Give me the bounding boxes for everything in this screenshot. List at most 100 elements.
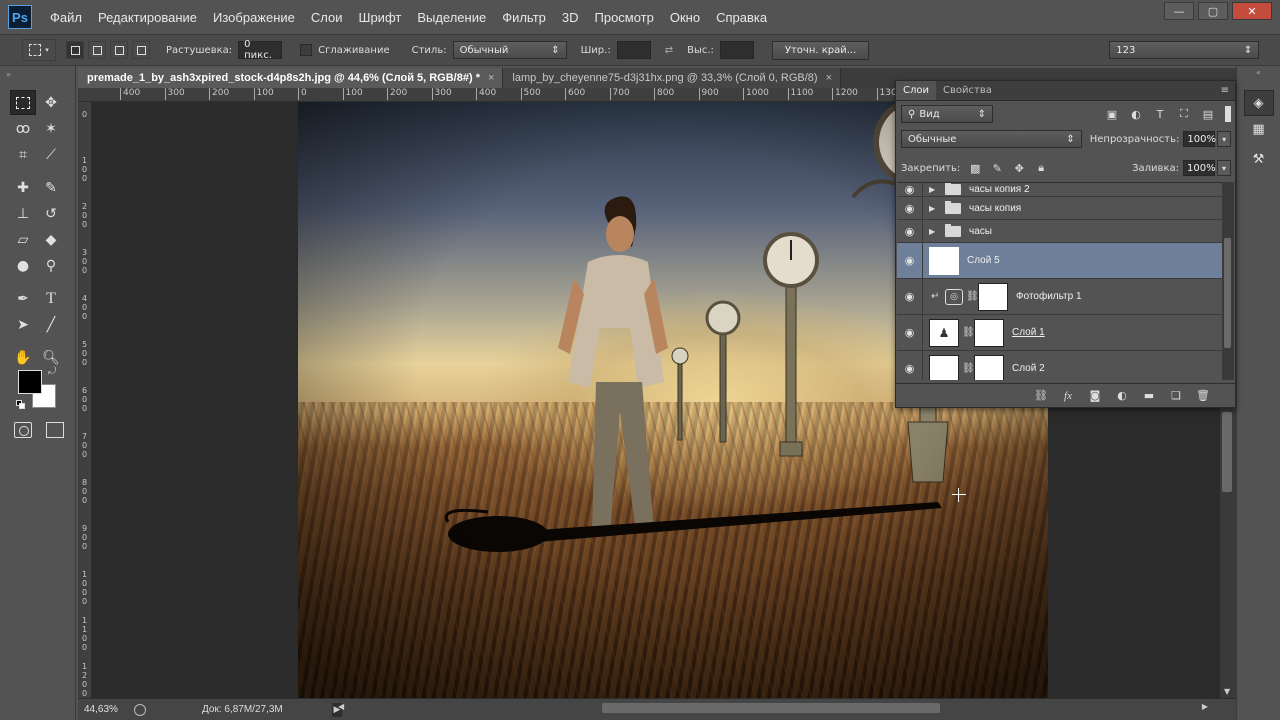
tab-close-icon[interactable]: × [826,72,832,84]
expand-arrow-icon[interactable]: ▶ [929,204,941,213]
clone-stamp-tool[interactable]: ⊥ [10,201,36,226]
tool-presets-button[interactable]: ⚒ [1244,146,1274,172]
crop-tool[interactable]: ⌗ [10,142,36,167]
eye-icon[interactable]: ◉ [897,243,923,278]
menu-type[interactable]: Шрифт [351,10,410,25]
expand-arrow-icon[interactable]: ▶ [929,227,941,236]
lock-all-icon[interactable]: 🔒︎ [1034,161,1048,175]
photoshop-logo[interactable]: Ps [8,5,32,29]
tab-lamp-document[interactable]: lamp_by_cheyenne75-d3j31hx.png @ 33,3% (… [503,68,841,88]
new-group-icon[interactable]: ▬ [1141,389,1157,403]
scroll-down-arrow-icon[interactable]: ▼ [1224,687,1230,696]
filter-toggle-switch[interactable] [1225,106,1231,122]
dodge-tool[interactable]: ⚲ [38,253,64,278]
vertical-scroll-thumb[interactable] [1222,412,1232,492]
menu-file[interactable]: Файл [42,10,90,25]
foreground-color-swatch[interactable] [18,370,42,394]
add-selection-button[interactable] [88,41,106,59]
history-brush-tool[interactable]: ↺ [38,201,64,226]
menu-help[interactable]: Справка [708,10,775,25]
type-tool[interactable]: T [38,286,64,311]
menu-view[interactable]: Просмотр [587,10,662,25]
eye-icon[interactable]: ◉ [897,220,923,242]
magic-wand-tool[interactable]: ✶ [38,116,64,141]
tab-layers[interactable]: Слои [896,81,936,100]
lock-position-icon[interactable]: ✥ [1012,161,1026,175]
swap-colors-icon[interactable]: ⤾ [48,366,56,377]
move-tool[interactable]: ✥ [38,90,64,115]
width-input[interactable] [616,41,651,59]
minimize-button[interactable]: — [1164,2,1194,20]
scroll-right-arrow-icon[interactable]: ▶ [1202,702,1208,711]
link-chain-icon[interactable]: ⛓ [966,291,979,302]
menu-select[interactable]: Выделение [409,10,494,25]
menu-layer[interactable]: Слои [303,10,351,25]
blend-mode-select[interactable]: Обычные ⇕ [901,130,1082,148]
eye-icon[interactable]: ◉ [897,279,923,314]
line-tool[interactable]: ╱ [38,312,64,337]
layers-scrollbar[interactable] [1222,182,1234,380]
menu-image[interactable]: Изображение [205,10,303,25]
horizontal-scrollbar[interactable]: ◀ ▶ [338,700,1218,716]
layers-scroll-thumb[interactable] [1224,238,1231,348]
horizontal-scroll-thumb[interactable] [602,703,940,713]
eye-icon[interactable]: ◉ [897,197,923,219]
panel-menu-icon[interactable]: ≡ [1221,85,1229,96]
new-selection-button[interactable] [66,41,84,59]
layer-row[interactable]: ◉ ⛓ Слой 2 [897,351,1223,380]
swap-dimensions-icon[interactable]: ⇄ [665,45,673,56]
eyedropper-tool[interactable]: ⟋ [38,142,64,167]
height-input[interactable] [719,41,754,59]
fill-input[interactable]: 100% [1183,160,1216,176]
intersect-selection-button[interactable] [132,41,150,59]
layer-row[interactable]: ◉ ↵ ◎ ⛓ Фотофильтр 1 [897,279,1223,315]
link-layers-icon[interactable]: ⛓ [1033,389,1049,403]
link-chain-icon[interactable]: ⛓ [962,327,975,338]
quick-mask-icon[interactable] [14,422,32,438]
zoom-field[interactable]: 44,63% [84,704,126,715]
opacity-slider-toggle[interactable]: ▾ [1217,131,1231,147]
rect-marquee-tool[interactable] [10,90,36,115]
maximize-button[interactable]: ▢ [1198,2,1228,20]
opacity-input[interactable]: 100% [1183,131,1216,147]
eye-icon[interactable]: ◉ [897,315,923,350]
link-chain-icon[interactable]: ⛓ [962,363,975,374]
filter-shape-icon[interactable]: ⛶ [1177,107,1191,121]
layer-filter-select[interactable]: ⚲ Вид ⇕ [901,105,993,123]
healing-brush-tool[interactable]: ✚ [10,175,36,200]
lasso-tool[interactable]: ꝏ [10,116,36,141]
eye-icon[interactable]: ◉ [897,351,923,380]
new-adjustment-layer-icon[interactable]: ◐ [1114,389,1130,403]
filter-pixel-icon[interactable]: ▣ [1105,107,1119,121]
trash-icon[interactable]: 🗑︎ [1195,389,1211,403]
layer-row-selected[interactable]: ◉ Слой 5 [897,243,1223,279]
expand-arrow-icon[interactable]: ▶ [929,185,941,194]
default-colors-icon[interactable] [16,400,26,410]
tab-close-icon[interactable]: × [488,72,494,84]
style-select[interactable]: Обычный ⇕ [452,41,567,59]
layer-row[interactable]: ◉ ▶ часы [897,220,1223,243]
layer-row[interactable]: ◉ ▶ часы копия [897,197,1223,220]
menu-3d[interactable]: 3D [554,10,587,25]
add-mask-icon[interactable]: ◙ [1087,389,1103,403]
feather-input[interactable]: 0 пикс. [238,39,283,61]
menu-window[interactable]: Окно [662,10,708,25]
hand-tool[interactable]: ✋ [10,345,36,370]
workspace-select[interactable]: 123 ⇕ [1109,41,1260,59]
layer-row[interactable]: ◉ ♟ ⛓ Слой 1 [897,315,1223,351]
close-button[interactable]: ✕ [1232,2,1272,20]
screen-mode-icon[interactable] [46,422,64,438]
menu-edit[interactable]: Редактирование [90,10,205,25]
brush-tool[interactable]: ✎ [38,175,64,200]
layers-list[interactable]: ◉ ▶ часы копия 2 ◉ ▶ часы копия ◉ ▶ часы… [897,182,1223,380]
collapse-arrows-icon[interactable]: » [6,70,11,79]
tab-properties[interactable]: Свойства [936,81,999,100]
fill-slider-toggle[interactable]: ▾ [1217,160,1231,176]
lock-transparency-icon[interactable]: ▩ [968,161,982,175]
layer-style-fx-icon[interactable]: fx [1060,389,1076,403]
path-selection-tool[interactable]: ➤ [10,312,36,337]
lock-pixels-icon[interactable]: ✎ [990,161,1004,175]
refine-edge-button[interactable]: Уточн. край... [771,40,870,60]
antialias-checkbox[interactable] [300,44,313,56]
filter-type-icon[interactable]: T [1153,107,1167,121]
